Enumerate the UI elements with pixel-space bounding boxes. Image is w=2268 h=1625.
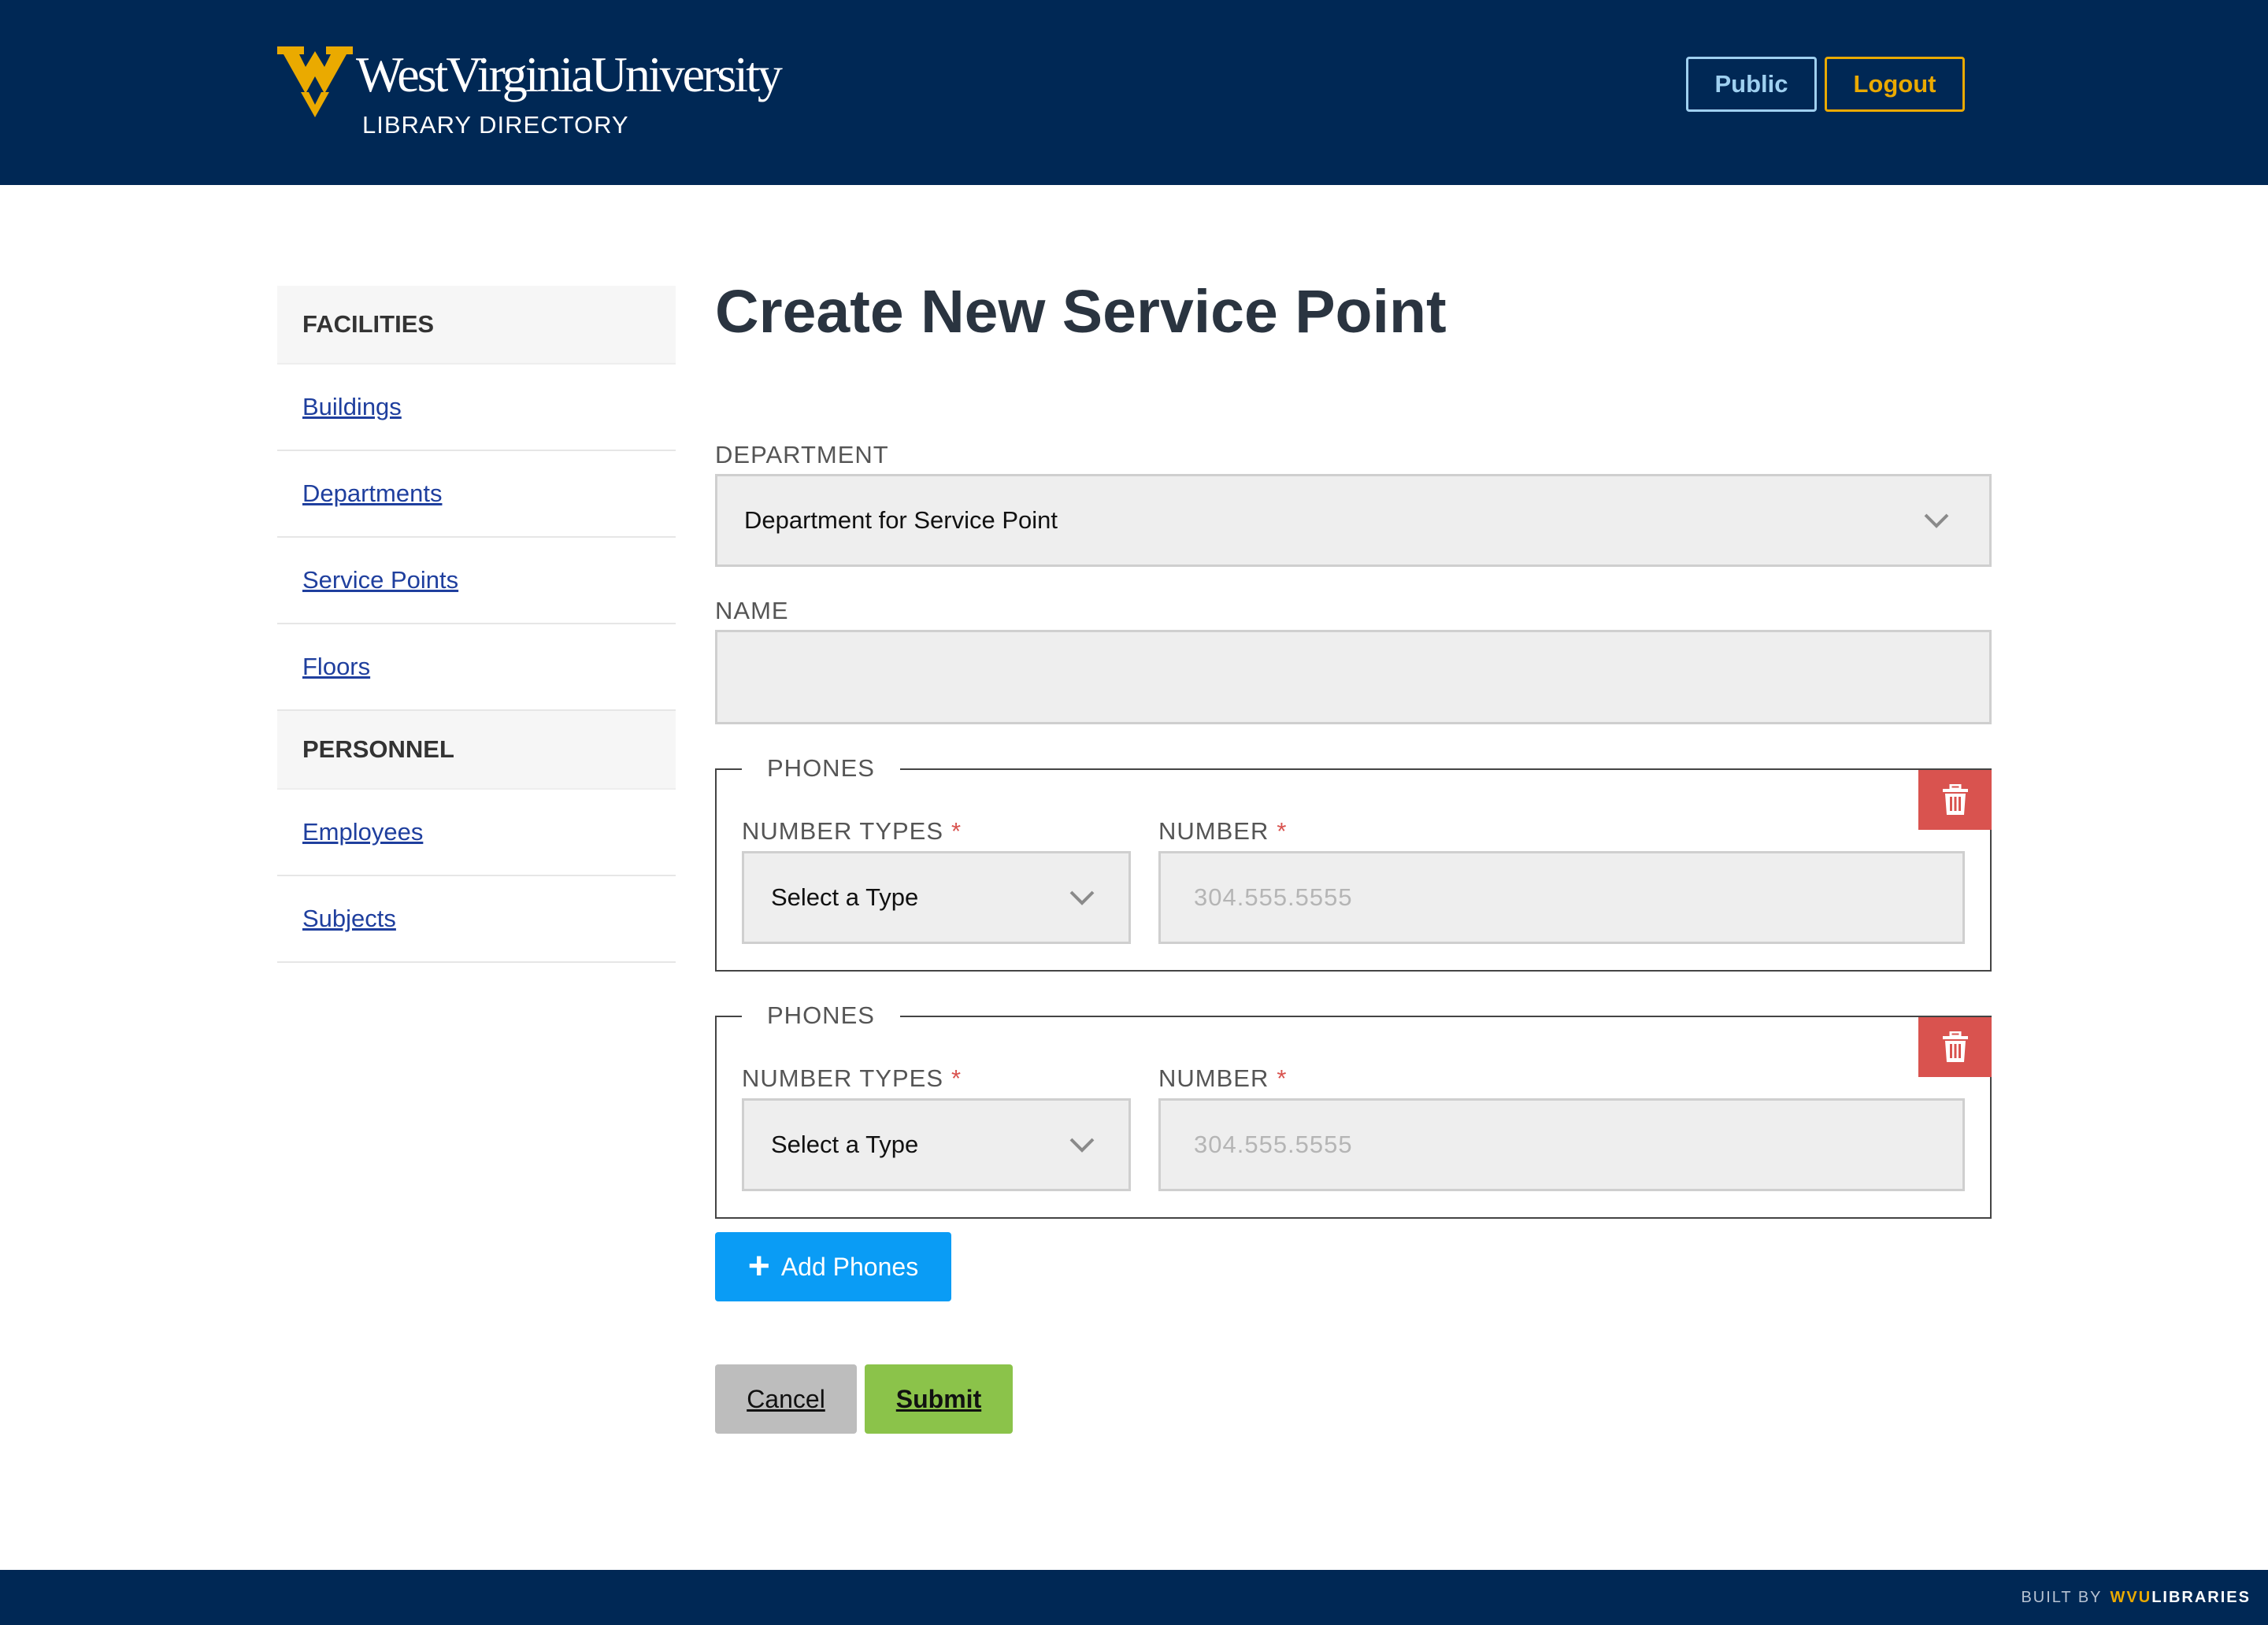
sidebar-item-service-points[interactable]: Service Points — [277, 538, 676, 624]
name-input[interactable] — [715, 630, 1992, 724]
add-phones-label: Add Phones — [780, 1252, 919, 1281]
built-by-credit[interactable]: BUILT BY WVULIBRARIES — [2021, 1570, 2251, 1625]
site-footer: BUILT BY WVULIBRARIES — [0, 1570, 2268, 1625]
delete-phone-button[interactable] — [1918, 770, 1992, 830]
sidebar-link[interactable]: Subjects — [302, 905, 396, 933]
sidebar-item-buildings[interactable]: Buildings — [277, 365, 676, 451]
trash-icon — [1942, 784, 1968, 815]
libraries-text: LIBRARIES — [2151, 1588, 2251, 1606]
phones-fieldset: PHONES NUMBER TYPES * Select a Type NUMBE… — [715, 1000, 1992, 1219]
phones-legend: PHONES — [742, 1000, 900, 1031]
phones-fieldset: PHONES NUMBER TYPES * Select a Type NUMBE… — [715, 753, 1992, 972]
wvu-logo[interactable]: WestVirginiaUniversity LIBRARY DIRECTORY — [277, 43, 783, 146]
cancel-button[interactable]: Cancel — [715, 1364, 857, 1434]
required-mark: * — [951, 1064, 962, 1092]
department-label: DEPARTMENT — [715, 441, 889, 468]
number-types-label: NUMBER TYPES * — [742, 1064, 962, 1093]
phones-legend: PHONES — [742, 753, 900, 784]
sidebar-item-employees[interactable]: Employees — [277, 790, 676, 876]
phone-number-placeholder: 304.555.5555 — [1194, 883, 1353, 911]
wv-logo-icon — [277, 46, 353, 117]
sidebar-item-subjects[interactable]: Subjects — [277, 876, 676, 963]
brand-wordmark: WestVirginiaUniversity — [356, 46, 783, 102]
sidebar-link[interactable]: Buildings — [302, 393, 402, 421]
number-types-label: NUMBER TYPES * — [742, 817, 962, 846]
number-type-value: Select a Type — [771, 1131, 919, 1158]
submit-button[interactable]: Submit — [865, 1364, 1013, 1434]
logout-button[interactable]: Logout — [1825, 57, 1965, 112]
chevron-down-icon — [1069, 890, 1095, 905]
number-type-select[interactable]: Select a Type — [742, 1098, 1131, 1191]
number-type-select[interactable]: Select a Type — [742, 851, 1131, 944]
add-phones-button[interactable]: + Add Phones — [715, 1232, 951, 1301]
trash-icon — [1942, 1031, 1968, 1062]
sidebar-link[interactable]: Departments — [302, 479, 442, 508]
number-label: NUMBER * — [1158, 1064, 1287, 1093]
chevron-down-icon — [1924, 513, 1949, 528]
plus-icon: + — [747, 1246, 770, 1287]
number-types-label-text: NUMBER TYPES — [742, 1064, 944, 1092]
wvu-libraries-link[interactable]: WVULIBRARIES — [2110, 1589, 2251, 1607]
phone-number-input[interactable]: 304.555.5555 — [1158, 851, 1965, 944]
wvu-text: WVU — [2110, 1588, 2152, 1606]
phone-number-placeholder: 304.555.5555 — [1194, 1131, 1353, 1158]
brand-subtitle: LIBRARY DIRECTORY — [362, 111, 629, 139]
phone-number-input[interactable]: 304.555.5555 — [1158, 1098, 1965, 1191]
number-type-value: Select a Type — [771, 883, 919, 911]
sidebar-nav: FACILITIES Buildings Departments Service… — [277, 286, 676, 963]
required-mark: * — [951, 817, 962, 845]
page-title: Create New Service Point — [715, 278, 1447, 346]
sidebar-link[interactable]: Employees — [302, 818, 423, 846]
sidebar-link[interactable]: Service Points — [302, 566, 458, 594]
number-label: NUMBER * — [1158, 817, 1287, 846]
chevron-down-icon — [1069, 1138, 1095, 1153]
sidebar-heading-facilities: FACILITIES — [277, 286, 676, 365]
sidebar-heading-personnel: PERSONNEL — [277, 711, 676, 790]
number-types-label-text: NUMBER TYPES — [742, 817, 944, 845]
number-label-text: NUMBER — [1158, 1064, 1269, 1092]
public-button[interactable]: Public — [1686, 57, 1817, 112]
department-select-value: Department for Service Point — [744, 506, 1058, 534]
required-mark: * — [1277, 1064, 1288, 1092]
sidebar-item-departments[interactable]: Departments — [277, 451, 676, 538]
built-by-text: BUILT BY — [2021, 1588, 2103, 1606]
site-header: WestVirginiaUniversity LIBRARY DIRECTORY… — [0, 0, 2268, 185]
department-select[interactable]: Department for Service Point — [715, 474, 1992, 567]
required-mark: * — [1277, 817, 1288, 845]
name-label: NAME — [715, 597, 789, 624]
sidebar-item-floors[interactable]: Floors — [277, 624, 676, 711]
sidebar-link[interactable]: Floors — [302, 653, 370, 681]
number-label-text: NUMBER — [1158, 817, 1269, 845]
delete-phone-button[interactable] — [1918, 1017, 1992, 1077]
